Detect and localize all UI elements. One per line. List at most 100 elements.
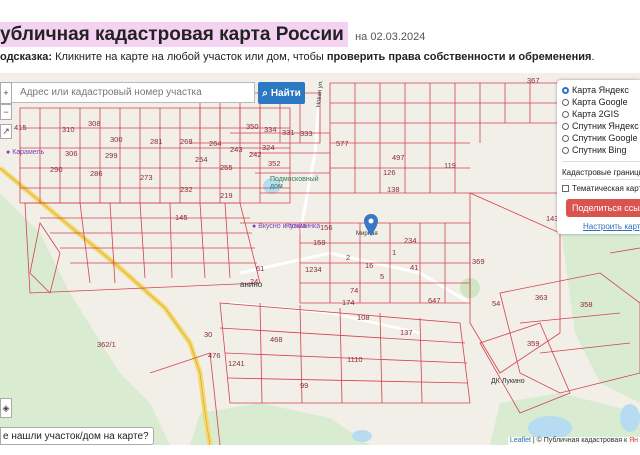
thematic-checkbox[interactable] — [562, 185, 569, 192]
parcel-label: 333 — [300, 129, 313, 138]
radio[interactable] — [562, 146, 569, 154]
search-input[interactable] — [11, 82, 255, 103]
parcel-label: 286 — [90, 169, 103, 178]
parcel-label: 74 — [350, 286, 359, 295]
parcel-label: 1234 — [305, 265, 322, 274]
parcel-label: 334 — [264, 125, 277, 134]
parcel-label: 126 — [383, 168, 396, 177]
parcel-label: 232 — [180, 185, 193, 194]
parcel-label: 290 — [50, 165, 63, 174]
parcel-label: 138 — [387, 185, 400, 194]
parcel-label: 1 — [392, 248, 397, 257]
parcel-label: 310 — [62, 125, 75, 134]
forest-west — [0, 193, 170, 445]
parcel-label: 119 — [444, 161, 456, 170]
layers-panel: Карта Яндекс Карта Google Карта 2GIS Спу… — [557, 80, 640, 234]
parcel-label: 41 — [410, 263, 419, 272]
radio[interactable] — [562, 110, 569, 118]
parcel-label: 16 — [365, 261, 374, 270]
thematic-option[interactable]: Тематическая карта — [562, 184, 640, 193]
poi-dk-lukino[interactable]: ДК Лукино — [491, 378, 525, 385]
parcel-label: 647 — [428, 296, 441, 305]
parcel-label: 476 — [208, 351, 221, 360]
location-pin-icon[interactable] — [364, 214, 378, 236]
yandex-logo: Ян — [629, 437, 638, 444]
poi-karamel[interactable]: ● Карамель — [6, 149, 44, 156]
parcel-label: 30 — [204, 330, 213, 339]
radio-selected[interactable] — [562, 86, 569, 94]
map-canvas[interactable]: 367 415 310 308 300 281 268 264 243 242 … — [0, 73, 640, 445]
parcel-label: 99 — [300, 381, 309, 390]
hint-bold: проверить права собственности и обремене… — [326, 51, 592, 63]
parcel-label: 159 — [313, 238, 326, 247]
parcel-label: 2 — [346, 253, 351, 262]
cafe-icon: ● — [252, 223, 257, 230]
radio[interactable] — [562, 134, 569, 142]
parcel-label: 108 — [357, 313, 370, 322]
parcel-label: 299 — [105, 151, 118, 160]
poi-kuzminka[interactable]: Кузьминка — [286, 223, 320, 230]
hint-prefix: одсказка: — [0, 51, 53, 63]
locate-icon[interactable]: ◈ — [0, 398, 12, 418]
share-link-button[interactable]: Поделиться ссылкой — [566, 199, 640, 217]
pond-3 — [352, 430, 372, 442]
radio[interactable] — [562, 122, 569, 130]
radio[interactable] — [562, 98, 569, 106]
place-shchanino: анино — [240, 280, 263, 289]
title-date: на 02.03.2024 — [355, 31, 426, 43]
configure-map-link[interactable]: Настроить карту — [583, 222, 640, 231]
parcel-label: 5 — [380, 272, 385, 281]
parcel-label: 242 — [249, 150, 262, 159]
parcel-label: 367 — [527, 76, 540, 85]
parcel-label: 497 — [392, 153, 405, 162]
road-side-2 — [298, 87, 322, 234]
basemap-option[interactable]: Карта Яндекс — [562, 85, 629, 95]
basemap-option[interactable]: Спутник Bing — [562, 145, 626, 155]
basemap-option[interactable]: Спутник Google — [562, 133, 637, 143]
dessert-icon: ● — [6, 149, 11, 156]
parcel-label: 137 — [400, 328, 413, 337]
zoom-in-button[interactable]: + — [0, 82, 12, 104]
parcel-label: 415 — [14, 123, 27, 132]
divider — [562, 161, 640, 162]
title-text: убличная кадастровая карта России — [0, 22, 348, 47]
parcel-label: 273 — [140, 173, 153, 182]
parcel-label: 306 — [65, 149, 78, 158]
parcel-label: 219 — [220, 191, 233, 200]
poi-podmoskovny-dom[interactable]: Подмосковный дом — [270, 176, 319, 190]
parcel-label: 234 — [404, 236, 417, 245]
parcel-label: 577 — [336, 139, 349, 148]
map-attribution: Leaflet | © Публичная кадастровая к Ян — [507, 437, 640, 445]
parcel-label: 174 — [342, 298, 355, 307]
measure-icon[interactable]: ↗ — [0, 124, 12, 139]
find-button[interactable]: ⌕ Найти — [258, 82, 305, 104]
parcel-label: 331 — [282, 128, 295, 137]
parcel-label: 308 — [88, 119, 101, 128]
parcel-label: 352 — [268, 159, 281, 168]
forest-east — [560, 213, 640, 403]
parcel-label: 358 — [580, 300, 593, 309]
pond-4 — [620, 404, 640, 432]
cadastral-label: Кадастровые границы — [562, 168, 640, 177]
parcel-label: 369 — [472, 257, 485, 266]
parcel-label: 255 — [220, 163, 233, 172]
parcel-label: 359 — [527, 339, 540, 348]
parcel-label: 281 — [150, 137, 163, 146]
map-svg — [0, 82, 640, 445]
basemap-option[interactable]: Карта Google — [562, 97, 628, 107]
zoom-out-button[interactable]: − — [0, 104, 12, 120]
hint-text: Кликните на карте на любой участок или д… — [52, 51, 327, 63]
basemap-option[interactable]: Карта 2GIS — [562, 109, 619, 119]
parcel-label: 54 — [492, 299, 501, 308]
leaflet-link[interactable]: Leaflet — [510, 437, 531, 444]
parcel-label: 254 — [195, 155, 208, 164]
basemap-option[interactable]: Спутник Яндекс — [562, 121, 639, 131]
parcel-label: 1241 — [228, 359, 245, 368]
parcel-label: 468 — [270, 335, 283, 344]
road-side-3 — [229, 301, 421, 335]
parcel-label: 1110 — [347, 355, 363, 364]
page-title: убличная кадастровая карта России на 02.… — [0, 22, 426, 47]
not-found-button[interactable]: е нашли участок/дом на карте? — [0, 427, 154, 445]
parcel-label: 268 — [180, 137, 193, 146]
forest-south — [190, 403, 370, 445]
